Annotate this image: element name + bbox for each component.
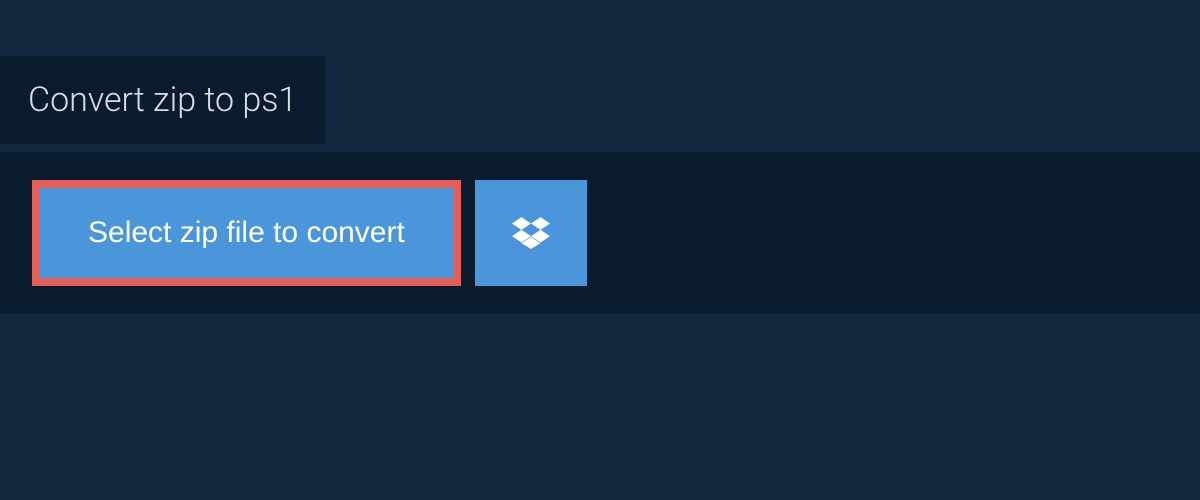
select-file-highlight: Select zip file to convert (32, 180, 461, 286)
dropbox-button[interactable] (475, 180, 587, 286)
select-file-button[interactable]: Select zip file to convert (40, 188, 453, 278)
page-title: Convert zip to ps1 (0, 56, 325, 144)
button-row: Select zip file to convert (32, 180, 1168, 286)
upload-panel: Select zip file to convert (0, 152, 1200, 314)
dropbox-icon (512, 214, 550, 252)
